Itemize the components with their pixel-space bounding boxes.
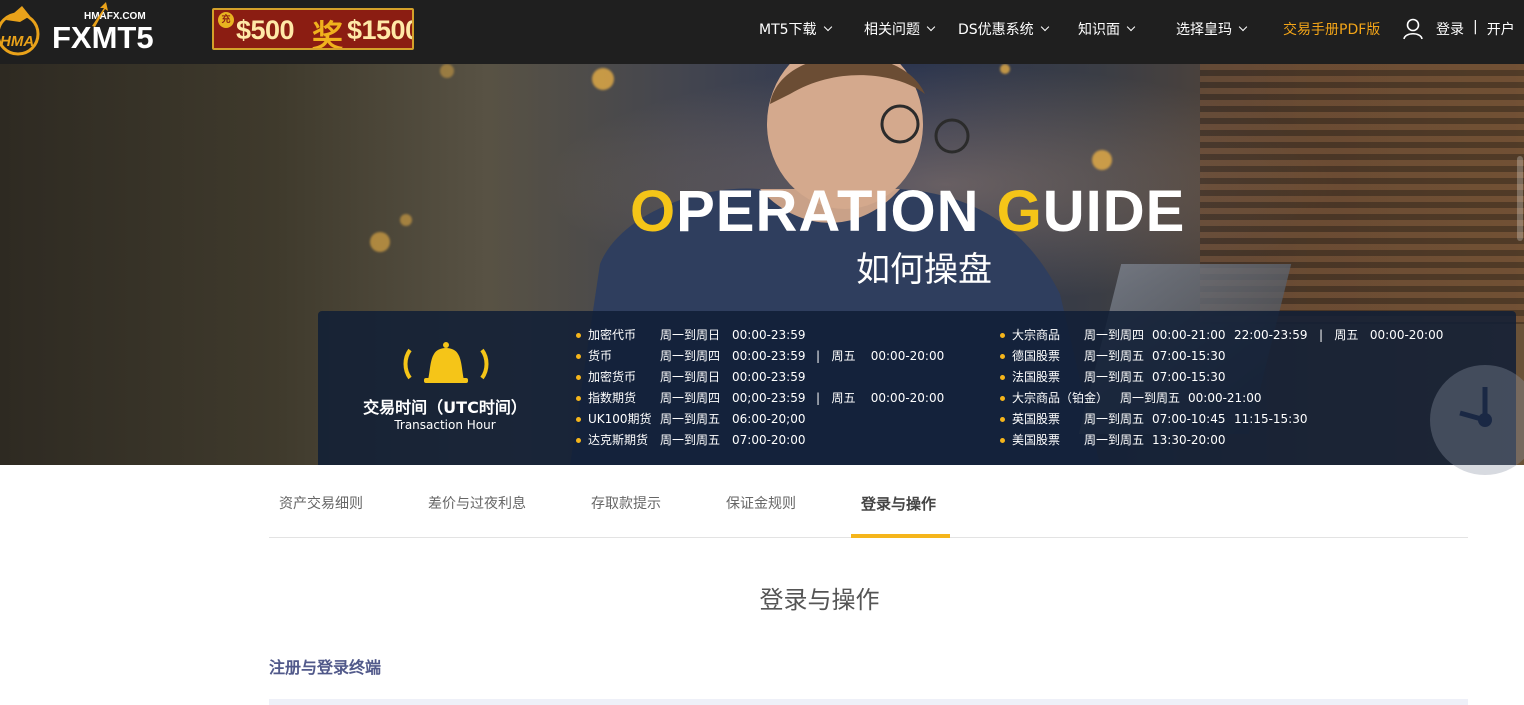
promo-banner[interactable]: 充 $500 奖 $1500 <box>212 8 414 50</box>
promo-reward: 奖 <box>312 19 343 50</box>
schedule-list-left: 加密代币 周一到周日 00:00-23:59 货币 周一到周四 00:00-23:59 |… <box>574 325 944 451</box>
schedule-list-right: 大宗商品 周一到周四 00:00-21:00 22:00-23:59 | 周五 00:… <box>998 325 1443 451</box>
nav-label: 知识面 <box>1078 22 1120 38</box>
nav-trading-manual-pdf[interactable]: 交易手册PDF版 <box>1283 19 1380 39</box>
register-link[interactable]: 开户 <box>1487 19 1515 39</box>
chevron-down-icon <box>1238 22 1248 32</box>
transaction-hours-title: 交易时间（UTC时间） <box>363 398 527 417</box>
nav-faq[interactable]: 相关问题 <box>864 19 936 39</box>
auth-separator: | <box>1473 19 1478 35</box>
bell-icon <box>403 342 489 383</box>
tab-asset-trading-rules[interactable]: 资产交易细则 <box>279 493 363 513</box>
schedule-item: UK100期货 周一到周五 06:00-20;00 <box>574 409 944 430</box>
chevron-down-icon <box>823 22 832 32</box>
tab-spread-overnight-interest[interactable]: 差价与过夜利息 <box>428 493 526 513</box>
schedule-item: 货币 周一到周四 00:00-23:59 | 周五 00:00-20:00 <box>574 346 944 367</box>
guide-tabs: 资产交易细则 差价与过夜利息 存取款提示 保证金规则 登录与操作 <box>269 465 1468 538</box>
schedule-item: 大宗商品 周一到周四 00:00-21:00 22:00-23:59 | 周五 00:… <box>998 325 1443 346</box>
nav-knowledge[interactable]: 知识面 <box>1078 19 1136 39</box>
schedule-item: 指数期货 周一到周四 00;00-23:59 | 周五 00:00-20:00 <box>574 388 944 409</box>
nav-label: MT5下载 <box>759 22 817 38</box>
bokeh-light <box>370 232 390 252</box>
section-title: 登录与操作 <box>759 586 880 614</box>
clock-icon <box>1430 365 1524 475</box>
title-text: PERATION <box>676 179 997 244</box>
hero-subtitle: 如何操盘 <box>856 250 992 290</box>
promo-amount-right: $1500 <box>347 15 414 45</box>
promo-amount-left: $500 <box>236 15 295 45</box>
schedule-item: 加密代币 周一到周日 00:00-23:59 <box>574 325 944 346</box>
nav-ds-system[interactable]: DS优惠系统 <box>958 19 1049 39</box>
promo-badge: 充 <box>218 12 234 28</box>
bokeh-light <box>440 64 454 78</box>
hero-title: OPERATION GUIDE <box>630 178 1185 245</box>
bokeh-light <box>400 214 412 226</box>
scrollbar-thumb[interactable] <box>1517 156 1523 241</box>
chevron-down-icon <box>1126 22 1136 32</box>
title-highlight-letter: G <box>996 179 1043 244</box>
schedule-item: 英国股票 周一到周五 07:00-10:45 11:15-15:30 <box>998 409 1443 430</box>
tab-deposit-withdrawal-tips[interactable]: 存取款提示 <box>591 493 661 513</box>
title-text: UIDE <box>1042 179 1186 244</box>
schedule-item: 法国股票 周一到周五 07:00-15:30 <box>998 367 1443 388</box>
tab-margin-rules[interactable]: 保证金规则 <box>726 493 796 513</box>
login-link[interactable]: 登录 <box>1436 19 1464 39</box>
schedule-item: 加密货币 周一到周日 00:00-23:59 <box>574 367 944 388</box>
schedule-item: 德国股票 周一到周五 07:00-15:30 <box>998 346 1443 367</box>
title-highlight-letter: O <box>630 179 677 244</box>
logo-badge: HMA <box>0 33 34 50</box>
subheading: 注册与登录终端 <box>269 658 382 677</box>
nav-label: DS优惠系统 <box>958 22 1034 38</box>
top-navigation-bar: HMA HMAFX.COM FXMT5 充 $500 奖 $1500 MT5下载… <box>0 0 1524 64</box>
auth-links: 登录 | 开户 <box>1436 19 1515 39</box>
schedule-item: 达克斯期货 周一到周五 07:00-20:00 <box>574 430 944 451</box>
tab-login-operation[interactable]: 登录与操作 <box>861 493 936 514</box>
nav-label: 相关问题 <box>864 22 920 38</box>
nav-choose-hma[interactable]: 选择皇玛 <box>1176 19 1248 39</box>
nav-label: 选择皇玛 <box>1176 22 1232 38</box>
chevron-down-icon <box>926 22 936 32</box>
logo-text: FXMT5 <box>52 20 154 55</box>
schedule-item: 大宗商品（铂金） 周一到周五 00:00-21:00 <box>998 388 1443 409</box>
content-block <box>269 699 1468 705</box>
fxmt5-logo[interactable]: HMA HMAFX.COM FXMT5 <box>0 0 190 60</box>
nav-mt5-download[interactable]: MT5下载 <box>759 19 832 39</box>
nav-label: 交易手册PDF版 <box>1283 22 1381 38</box>
transaction-hours-subtitle: Transaction Hour <box>394 418 496 432</box>
user-icon[interactable] <box>1403 18 1423 40</box>
schedule-item: 美国股票 周一到周五 13:30-20:00 <box>998 430 1443 451</box>
chevron-down-icon <box>1040 22 1049 32</box>
active-tab-indicator <box>851 534 950 538</box>
